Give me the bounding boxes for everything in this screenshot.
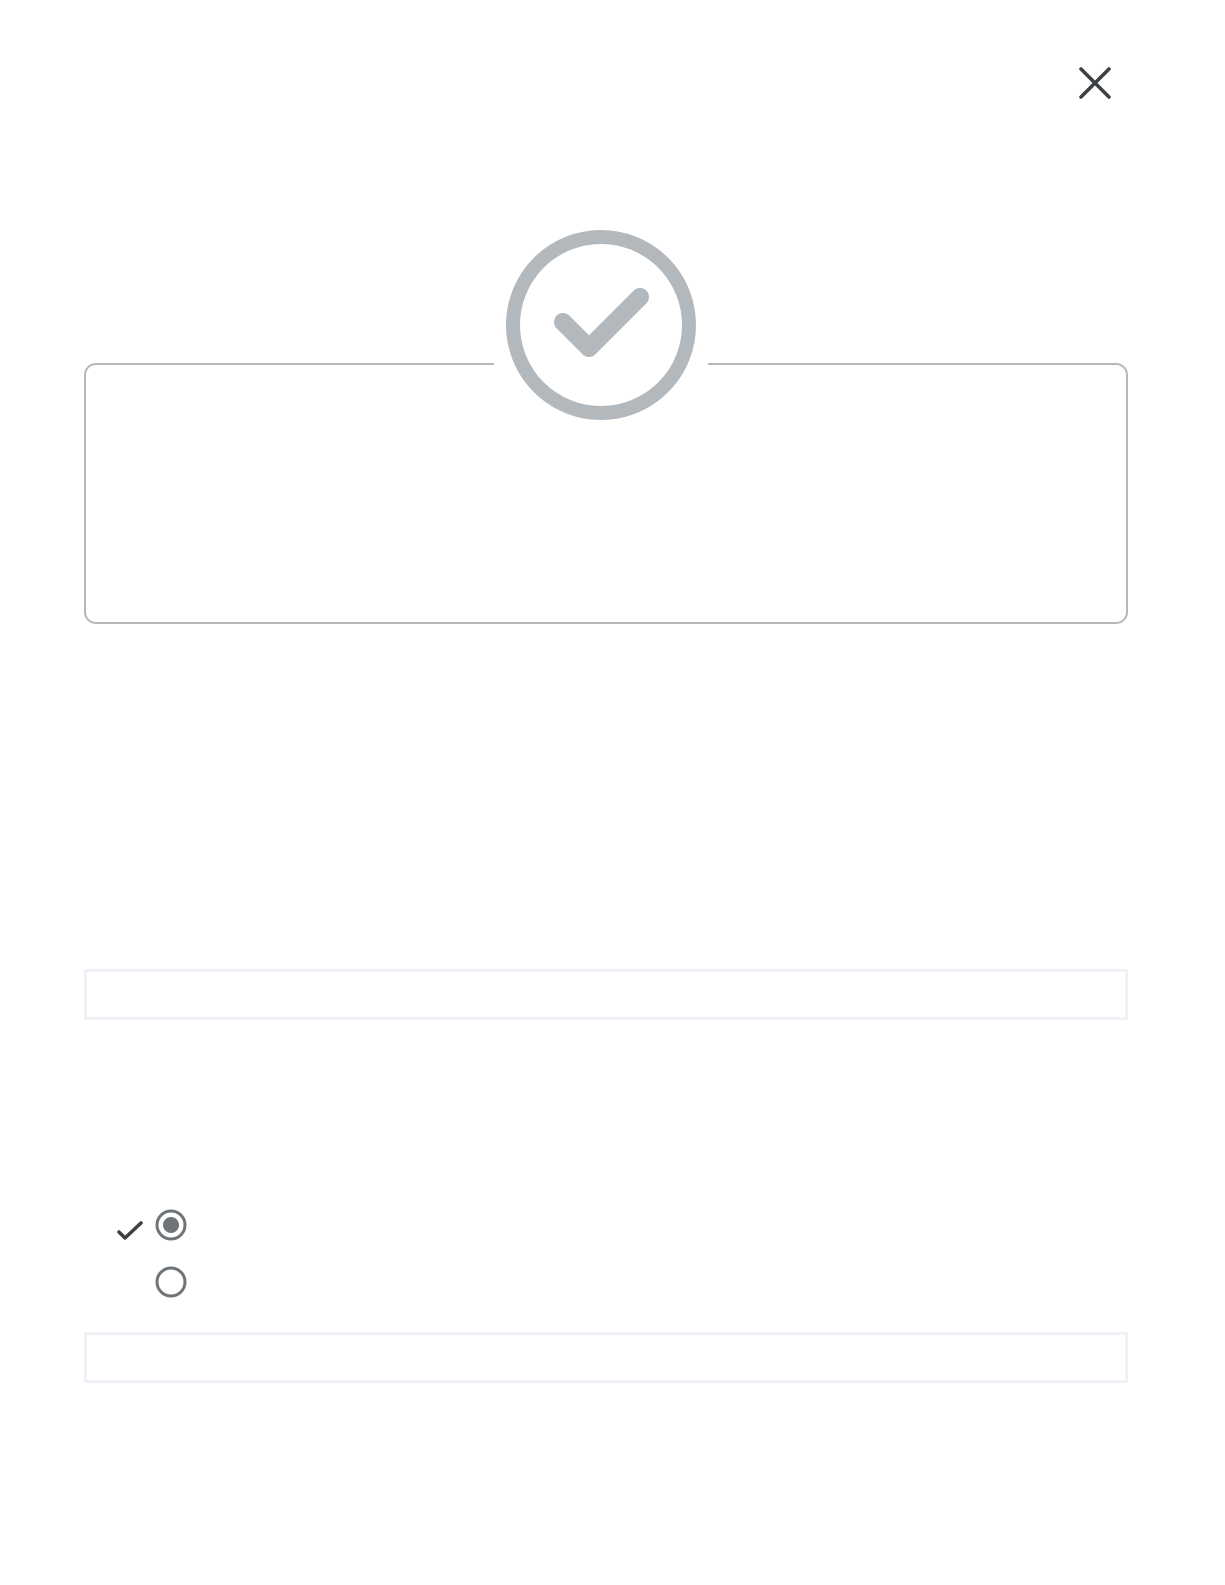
radio-button-selected[interactable] <box>155 1209 187 1241</box>
empty-field-bar <box>84 1332 1128 1383</box>
check-circle-icon <box>505 229 697 421</box>
empty-field-bar <box>84 969 1128 1020</box>
option-row-2 <box>110 1265 510 1299</box>
close-button[interactable] <box>1078 66 1112 100</box>
check-icon <box>117 1221 143 1240</box>
radio-button-unselected[interactable] <box>155 1266 187 1298</box>
close-icon <box>1079 67 1111 99</box>
option-row-1 <box>110 1208 510 1242</box>
